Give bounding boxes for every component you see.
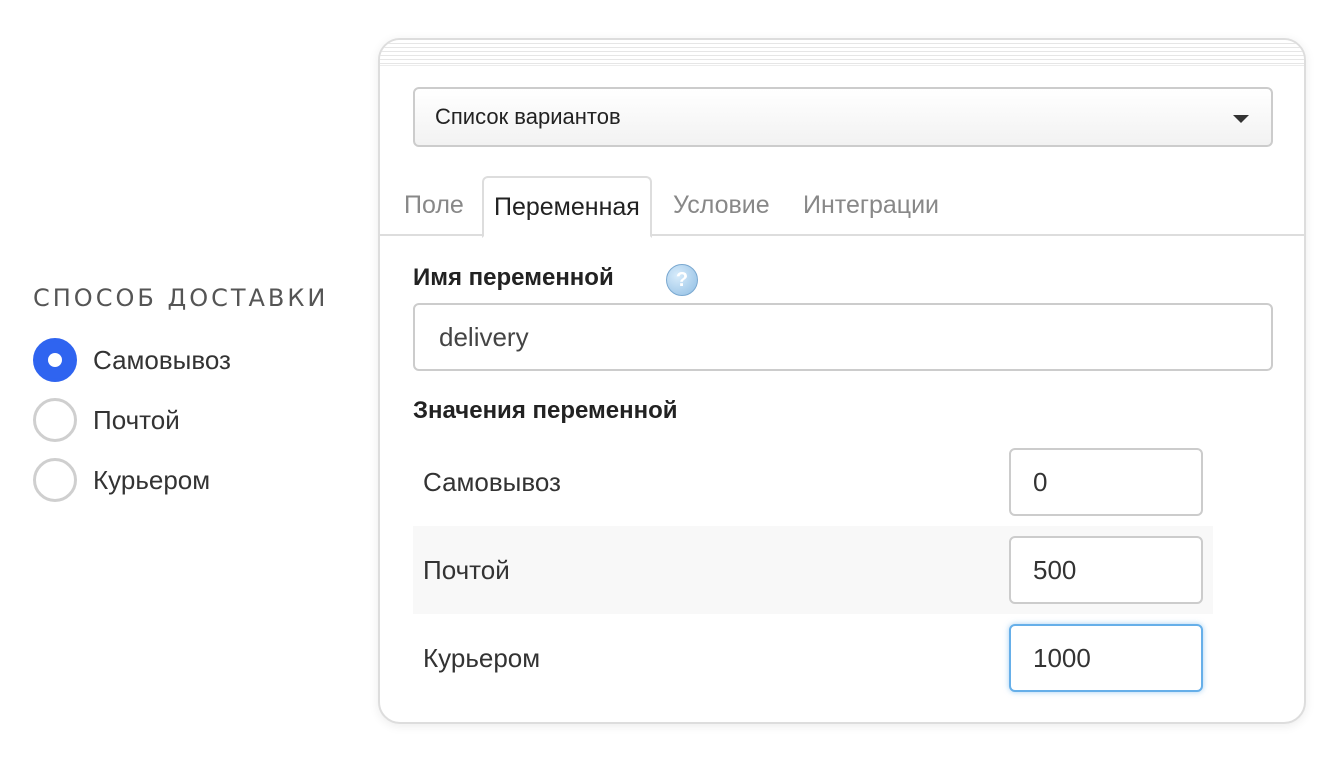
tab-condition[interactable]: Условие <box>673 176 770 236</box>
variable-name-label: Имя переменной <box>413 264 614 291</box>
panel-drag-handle[interactable] <box>380 40 1304 66</box>
field-type-select[interactable]: Список вариантов <box>413 87 1273 147</box>
value-row-courier: Курьером <box>413 614 1213 702</box>
radio-option-courier[interactable]: Курьером <box>33 450 328 510</box>
value-row-label: Почтой <box>423 555 510 585</box>
field-settings-panel: Список вариантов Поле Переменная Условие… <box>378 38 1306 724</box>
preview-title: СПОСОБ ДОСТАВКИ <box>33 284 329 312</box>
variable-values-label: Значения переменной <box>413 397 678 424</box>
radio-label: Курьером <box>93 464 211 495</box>
tab-field[interactable]: Поле <box>404 176 464 236</box>
settings-tabs: Поле Переменная Условие Интеграции <box>380 176 1304 238</box>
caret-down-icon <box>1233 115 1249 123</box>
radio-unchecked-icon[interactable] <box>33 398 77 442</box>
radio-unchecked-icon[interactable] <box>33 458 77 502</box>
help-icon[interactable]: ? <box>666 264 698 296</box>
radio-checked-icon[interactable] <box>33 338 77 382</box>
delivery-method-preview: СПОСОБ ДОСТАВКИ Самовывоз Почтой Курьеро… <box>33 284 328 510</box>
radio-label: Почтой <box>93 404 180 435</box>
value-row-mail: Почтой <box>413 526 1213 614</box>
value-input-mail[interactable] <box>1009 536 1203 604</box>
value-row-pickup: Самовывоз <box>413 438 1213 526</box>
radio-label: Самовывоз <box>93 344 231 375</box>
field-type-value: Список вариантов <box>435 104 621 129</box>
tab-integrations[interactable]: Интеграции <box>803 176 939 236</box>
tab-variable[interactable]: Переменная <box>482 176 652 238</box>
stage: СПОСОБ ДОСТАВКИ Самовывоз Почтой Курьеро… <box>0 0 1334 766</box>
value-row-label: Самовывоз <box>423 467 561 497</box>
radio-option-pickup[interactable]: Самовывоз <box>33 330 328 390</box>
variable-name-input[interactable] <box>413 303 1273 371</box>
value-input-pickup[interactable] <box>1009 448 1203 516</box>
value-row-label: Курьером <box>423 643 541 673</box>
value-input-courier[interactable] <box>1009 624 1203 692</box>
radio-option-mail[interactable]: Почтой <box>33 390 328 450</box>
